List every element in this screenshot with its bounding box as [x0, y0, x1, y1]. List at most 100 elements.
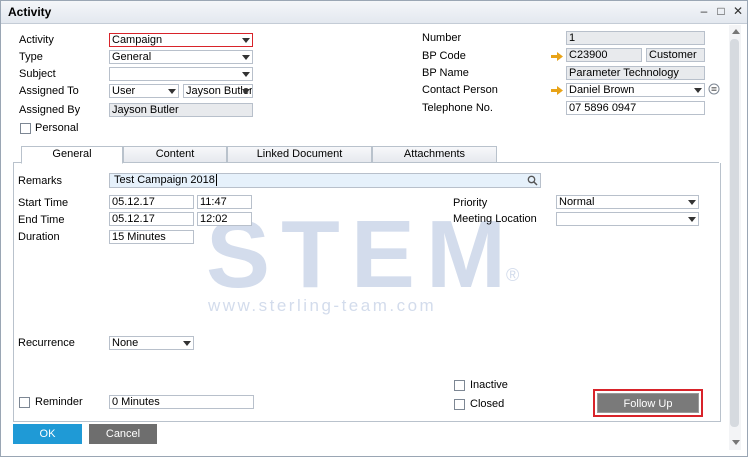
tab-linked-document-label: Linked Document: [256, 148, 343, 160]
follow-up-label: Follow Up: [623, 398, 673, 410]
end-date-input[interactable]: 05.12.17: [109, 212, 194, 226]
subject-label: Subject: [19, 68, 56, 80]
tab-attachments[interactable]: Attachments: [372, 146, 497, 163]
chevron-down-icon: [242, 38, 250, 43]
title-bar: Activity – □ ✕: [1, 1, 747, 24]
number-value: 1: [569, 32, 576, 44]
assigned-to-label: Assigned To: [19, 85, 79, 97]
personal-label: Personal: [35, 122, 79, 134]
start-time-label: Start Time: [18, 197, 69, 209]
assigned-to-select[interactable]: Jayson Butler: [183, 84, 253, 98]
assigned-by-label: Assigned By: [19, 104, 81, 116]
meeting-location-label: Meeting Location: [453, 213, 537, 225]
closed-checkbox[interactable]: [454, 399, 465, 410]
start-date-input[interactable]: 05.12.17: [109, 195, 194, 209]
priority-select[interactable]: Normal: [556, 195, 699, 209]
cancel-label: Cancel: [105, 428, 141, 440]
telephone-value: 07 5896 0947: [569, 102, 637, 114]
link-arrow-icon[interactable]: [551, 86, 563, 95]
activity-window: Activity – □ ✕ Activity Campaign Type Ge…: [0, 0, 748, 457]
bp-name-value: Parameter Technology: [569, 67, 679, 79]
priority-label: Priority: [453, 197, 488, 209]
scrollbar-thumb[interactable]: [730, 39, 739, 427]
contact-list-icon[interactable]: [708, 83, 720, 95]
minimize-icon[interactable]: –: [697, 5, 711, 18]
end-time-input[interactable]: 12:02: [197, 212, 252, 226]
chevron-down-icon: [688, 217, 696, 222]
inactive-checkbox[interactable]: [454, 380, 465, 391]
activity-label: Activity: [19, 34, 54, 46]
duration-label: Duration: [18, 231, 60, 243]
bp-code-field[interactable]: C23900: [566, 48, 642, 62]
bp-name-label: BP Name: [422, 67, 469, 79]
meeting-location-select[interactable]: [556, 212, 699, 226]
scroll-up-icon[interactable]: [732, 29, 740, 34]
ok-label: OK: [39, 428, 56, 440]
type-label: Type: [19, 51, 43, 63]
type-value: General: [112, 51, 152, 63]
assigned-to-kind-select[interactable]: User: [109, 84, 179, 98]
reminder-input[interactable]: 0 Minutes: [109, 395, 254, 409]
start-date-value: 05.12.17: [112, 196, 155, 208]
duration-value: 15 Minutes: [112, 231, 166, 243]
tab-linked-document[interactable]: Linked Document: [227, 146, 372, 163]
tab-general-label: General: [52, 148, 92, 160]
activity-value: Campaign: [112, 34, 163, 46]
bp-type-value: Customer: [649, 49, 697, 61]
contact-person-value: Daniel Brown: [569, 84, 635, 96]
search-icon[interactable]: [527, 175, 538, 186]
activity-select[interactable]: Campaign: [109, 33, 253, 47]
chevron-down-icon: [688, 200, 696, 205]
contact-person-label: Contact Person: [422, 84, 498, 96]
scroll-down-icon[interactable]: [732, 440, 740, 445]
chevron-down-icon: [168, 89, 176, 94]
closed-label: Closed: [470, 398, 505, 410]
text-cursor: [215, 174, 217, 186]
bp-name-field: Parameter Technology: [566, 66, 705, 80]
reminder-checkbox[interactable]: [19, 397, 30, 408]
recurrence-label: Recurrence: [18, 337, 75, 349]
chevron-down-icon: [242, 55, 250, 60]
maximize-icon[interactable]: □: [714, 5, 728, 18]
reminder-value: 0 Minutes: [112, 396, 160, 408]
end-time-label: End Time: [18, 214, 65, 226]
personal-checkbox[interactable]: [20, 123, 31, 134]
tab-general[interactable]: General: [21, 146, 123, 164]
window-title: Activity: [8, 5, 52, 19]
end-date-value: 05.12.17: [112, 213, 155, 225]
subject-select[interactable]: [109, 67, 253, 81]
contact-person-select[interactable]: Daniel Brown: [566, 83, 705, 97]
tab-content[interactable]: Content: [123, 146, 227, 163]
tab-attachments-label: Attachments: [403, 148, 466, 160]
link-arrow-icon[interactable]: [551, 52, 563, 61]
cancel-button[interactable]: Cancel: [89, 424, 157, 444]
assigned-to-kind-value: User: [112, 85, 136, 97]
remarks-value: Test Campaign 2018: [114, 174, 215, 186]
chevron-down-icon: [242, 89, 250, 94]
follow-up-button[interactable]: Follow Up: [597, 393, 699, 413]
chevron-down-icon: [183, 341, 191, 346]
bp-type-field: Customer: [646, 48, 705, 62]
ok-button[interactable]: OK: [13, 424, 82, 444]
bp-code-value: C23900: [569, 49, 608, 61]
reminder-label: Reminder: [35, 396, 83, 408]
close-icon[interactable]: ✕: [731, 5, 745, 18]
recurrence-value: None: [112, 337, 139, 349]
priority-value: Normal: [559, 196, 595, 208]
tab-content-label: Content: [155, 148, 195, 160]
duration-input[interactable]: 15 Minutes: [109, 230, 194, 244]
remarks-input[interactable]: Test Campaign 2018: [109, 173, 541, 188]
number-field: 1: [566, 31, 705, 45]
inactive-label: Inactive: [470, 379, 508, 391]
telephone-label: Telephone No.: [422, 102, 493, 114]
number-label: Number: [422, 32, 462, 44]
bp-code-label: BP Code: [422, 50, 466, 62]
start-time-input[interactable]: 11:47: [197, 195, 252, 209]
recurrence-select[interactable]: None: [109, 336, 194, 350]
telephone-field[interactable]: 07 5896 0947: [566, 101, 705, 115]
end-time-value: 12:02: [200, 213, 228, 225]
chevron-down-icon: [694, 88, 702, 93]
assigned-by-field: Jayson Butler: [109, 103, 253, 117]
type-select[interactable]: General: [109, 50, 253, 64]
start-time-value: 11:47: [200, 196, 227, 208]
